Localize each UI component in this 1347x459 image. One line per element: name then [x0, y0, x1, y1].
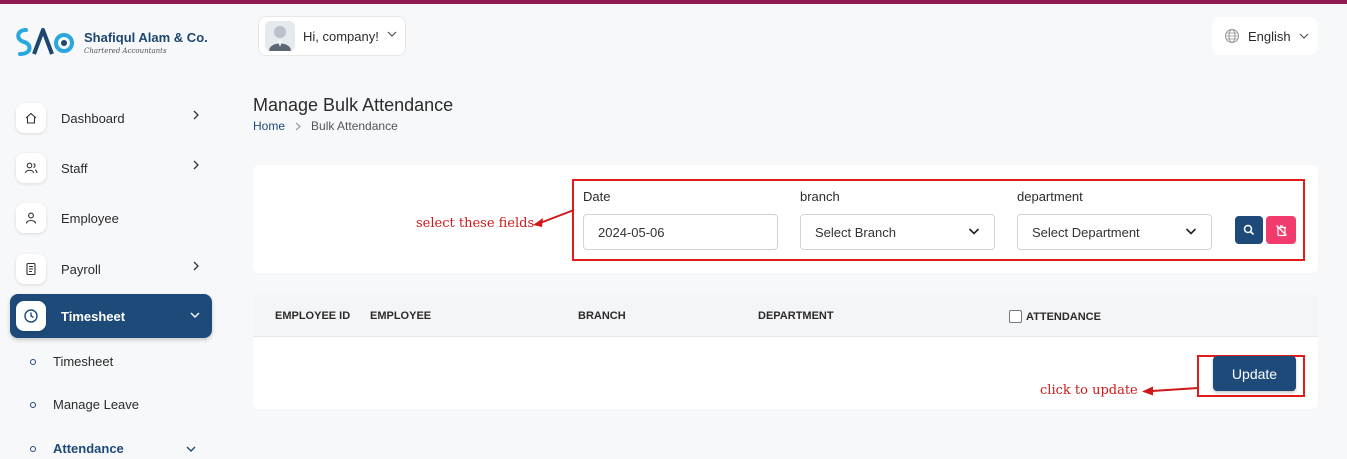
page-title: Manage Bulk Attendance [253, 95, 454, 115]
date-label: Date [583, 189, 611, 204]
column-header-department: DEPARTMENT [758, 310, 834, 322]
receipt-icon [16, 254, 46, 284]
breadcrumb-home[interactable]: Home [253, 119, 285, 133]
date-field[interactable]: 2024-05-06 [583, 214, 778, 250]
annotation-arrow-icon [533, 209, 575, 227]
column-header-attendance-label: ATTENDANCE [1026, 310, 1101, 323]
sidebar-subitem-label: Attendance [53, 441, 124, 456]
home-icon [16, 103, 46, 133]
select-all-checkbox[interactable] [1009, 310, 1022, 323]
annotation-update-note: click to update [1040, 383, 1138, 398]
globe-icon [1224, 28, 1240, 44]
logo-mark [12, 24, 74, 60]
chevron-down-icon [1185, 227, 1197, 236]
brand-subtitle: Chartered Accountants [84, 46, 167, 55]
branch-value: Select Branch [815, 224, 896, 240]
column-header-attendance: ATTENDANCE [1009, 310, 1101, 323]
clock-icon [16, 301, 46, 331]
sidebar-subitem-attendance[interactable]: Attendance [30, 441, 200, 456]
brand-name: Shafiqul Alam & Co. [84, 29, 208, 45]
brand-logo[interactable]: Shafiqul Alam & Co. Chartered Accountant… [12, 24, 208, 60]
sidebar-item-staff[interactable]: Staff [10, 146, 212, 190]
chevron-down-icon [190, 311, 200, 319]
user-menu[interactable]: Hi, company! [258, 16, 406, 56]
column-header-branch: BRANCH [578, 310, 626, 322]
sidebar-item-label: Staff [61, 160, 88, 176]
breadcrumb: Home Bulk Attendance [253, 119, 398, 133]
sidebar-item-timesheet[interactable]: Timesheet [10, 294, 212, 338]
breadcrumb-current: Bulk Attendance [311, 119, 398, 133]
language-label: English [1248, 28, 1291, 44]
user-greeting: Hi, company! [303, 28, 379, 44]
chevron-right-icon [192, 110, 200, 120]
avatar [265, 21, 295, 51]
chevron-right-icon [295, 122, 301, 131]
update-button[interactable]: Update [1213, 356, 1296, 391]
branch-select[interactable]: Select Branch [800, 214, 995, 250]
column-header-employee: EMPLOYEE [370, 310, 432, 322]
sidebar-item-label: Payroll [61, 261, 101, 277]
department-label: department [1017, 189, 1083, 204]
annotation-arrow-icon [1142, 386, 1199, 396]
sidebar-subitem-label: Timesheet [53, 354, 114, 369]
department-select[interactable]: Select Department [1017, 214, 1212, 250]
column-header-employee-id: EMPLOYEE ID [275, 310, 351, 322]
users-icon [16, 153, 46, 183]
chevron-down-icon [968, 227, 980, 236]
date-value: 2024-05-06 [598, 224, 665, 240]
department-value: Select Department [1032, 224, 1140, 240]
sidebar-subitem-label: Manage Leave [53, 397, 140, 412]
sidebar-item-employee[interactable]: Employee [10, 196, 212, 240]
chevron-right-icon [192, 261, 200, 271]
annotation-fields-note: select these fields [416, 216, 535, 231]
language-selector[interactable]: English [1212, 17, 1317, 55]
bullet-icon [30, 358, 36, 365]
user-icon [16, 203, 46, 233]
branch-label: branch [800, 189, 840, 204]
sidebar-subitem-manage-leave[interactable]: Manage Leave [30, 397, 139, 412]
search-icon [1243, 224, 1255, 236]
chevron-down-icon [186, 445, 196, 453]
sidebar-item-label: Timesheet [61, 308, 126, 324]
sidebar-item-dashboard[interactable]: Dashboard [10, 96, 212, 140]
search-button[interactable] [1235, 216, 1263, 244]
bullet-icon [30, 445, 36, 452]
chevron-down-icon [1299, 32, 1309, 40]
sidebar-item-label: Employee [61, 210, 119, 226]
chevron-right-icon [192, 160, 200, 170]
sidebar-subitem-timesheet[interactable]: Timesheet [30, 354, 113, 369]
bullet-icon [30, 401, 36, 408]
sidebar-item-payroll[interactable]: Payroll [10, 247, 212, 291]
sidebar-item-label: Dashboard [61, 110, 125, 126]
sidebar: Shafiqul Alam & Co. Chartered Accountant… [0, 4, 230, 459]
chevron-down-icon [387, 30, 397, 38]
trash-off-icon [1275, 224, 1288, 237]
clear-filters-button[interactable] [1266, 216, 1296, 244]
